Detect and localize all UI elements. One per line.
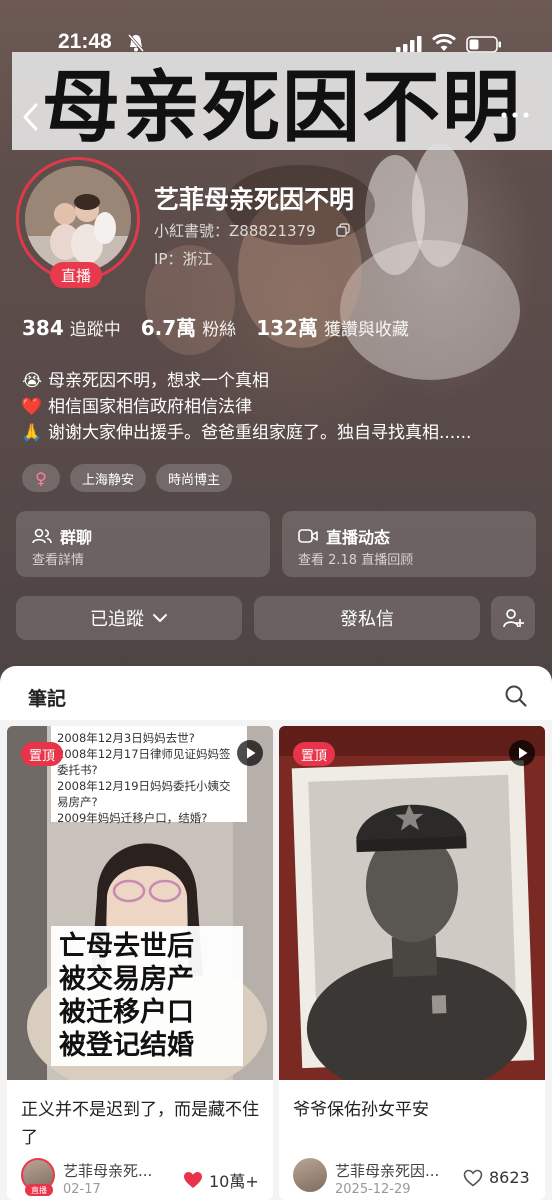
video-camera-icon — [298, 529, 318, 543]
note-author[interactable]: 艺菲母亲死... — [63, 1160, 152, 1181]
add-friend-button[interactable] — [491, 596, 535, 640]
message-button[interactable]: 發私信 — [254, 596, 480, 640]
group-icon — [32, 528, 52, 544]
headline-banner: 母亲死因不明 — [12, 52, 552, 153]
live-badge[interactable]: 直播 — [50, 262, 102, 288]
profile-name: 艺菲母亲死因不明 — [154, 185, 355, 214]
author-live-badge: 直播 — [25, 1184, 53, 1196]
folded-hands-icon: 🙏 — [21, 423, 43, 443]
note-overlay-text: 亡母去世后 被交易房产 被迁移户口 被登记结婚 — [51, 926, 243, 1066]
tag-location[interactable]: 上海静安 — [70, 464, 147, 492]
note-cover-image: 置頂 — [279, 726, 545, 1080]
note-title: 正义并不是迟到了，而是藏不住了 — [21, 1100, 259, 1148]
profile-bio: 😭 母亲死因不明，想求一个真相 ❤️ 相信国家相信政府相信法律 🙏 谢谢大家伸出援手。… — [21, 368, 472, 446]
tab-notes[interactable]: 筆記 — [28, 684, 66, 711]
note-date: 2025-12-29 — [335, 1182, 411, 1197]
group-chat-card[interactable]: 群聊 查看詳情 — [16, 511, 270, 577]
more-icon[interactable] — [500, 110, 530, 120]
note-likes[interactable]: 10萬+ — [183, 1168, 259, 1192]
note-author[interactable]: 艺菲母亲死因... — [335, 1160, 439, 1181]
note-card[interactable]: 置頂 爷爷保佑孙女平安 艺菲母亲死因... 2025-12-29 8623 — [279, 726, 545, 1200]
note-card[interactable]: 2008年12月3日妈妈去世? 2008年12月17日律师见证妈妈签委托书? 2… — [7, 726, 273, 1200]
back-icon[interactable] — [20, 102, 42, 132]
profile-tags: ♀ 上海静安 時尚博主 — [22, 464, 233, 492]
heart-outline-icon — [463, 1169, 483, 1187]
note-memo: 2008年12月3日妈妈去世? 2008年12月17日律师见证妈妈签委托书? 2… — [51, 726, 247, 825]
status-bar: 21:48 — [0, 0, 552, 53]
note-likes[interactable]: 8623 — [463, 1168, 530, 1187]
chevron-down-icon — [153, 614, 167, 622]
crying-face-icon: 😭 — [22, 371, 42, 391]
live-activity-sub: 查看 2.18 直播回顾 — [298, 553, 414, 568]
note-title: 爷爷保佑孙女平安 — [293, 1100, 429, 1120]
pinned-badge: 置頂 — [21, 742, 64, 766]
profile-stats: 384 追蹤中 6.7萬 粉絲 132萬 獲讚與收藏 — [22, 312, 409, 341]
following-button[interactable]: 已追蹤 — [16, 596, 242, 640]
stat-following[interactable]: 384 追蹤中 — [22, 315, 121, 340]
group-chat-title: 群聊 — [60, 528, 93, 547]
profile-id: 小紅書號：Z88821379 — [154, 222, 316, 240]
heart-filled-icon — [184, 1172, 202, 1188]
live-activity-card[interactable]: 直播动态 查看 2.18 直播回顾 — [282, 511, 536, 577]
bio-line: 🙏 谢谢大家伸出援手。爸爸重组家庭了。独自寻找真相...... — [21, 423, 472, 443]
tag-category[interactable]: 時尚博主 — [156, 464, 233, 492]
group-chat-sub: 查看詳情 — [32, 553, 85, 568]
pinned-badge: 置頂 — [293, 742, 336, 766]
play-icon — [237, 740, 263, 766]
bio-line: ❤️ 相信国家相信政府相信法律 — [21, 397, 252, 417]
play-icon — [509, 740, 535, 766]
note-cover-image: 2008年12月3日妈妈去世? 2008年12月17日律师见证妈妈签委托书? 2… — [7, 726, 273, 1080]
note-date: 02-17 — [63, 1182, 101, 1197]
profile-ip: IP：浙江 — [154, 250, 213, 268]
author-avatar[interactable] — [293, 1158, 327, 1192]
bio-line: 😭 母亲死因不明，想求一个真相 — [22, 371, 269, 391]
add-user-icon — [503, 609, 524, 628]
stat-followers[interactable]: 6.7萬 粉絲 — [141, 312, 236, 341]
stat-likes-collections[interactable]: 132萬 獲讚與收藏 — [256, 312, 409, 341]
copy-icon[interactable] — [336, 223, 350, 237]
live-activity-title: 直播动态 — [326, 528, 391, 547]
author-avatar[interactable]: 直播 — [21, 1158, 55, 1196]
female-icon: ♀ — [22, 464, 60, 492]
search-icon[interactable] — [504, 684, 528, 708]
avatar-image — [25, 166, 131, 272]
heart-icon: ❤️ — [21, 397, 43, 417]
